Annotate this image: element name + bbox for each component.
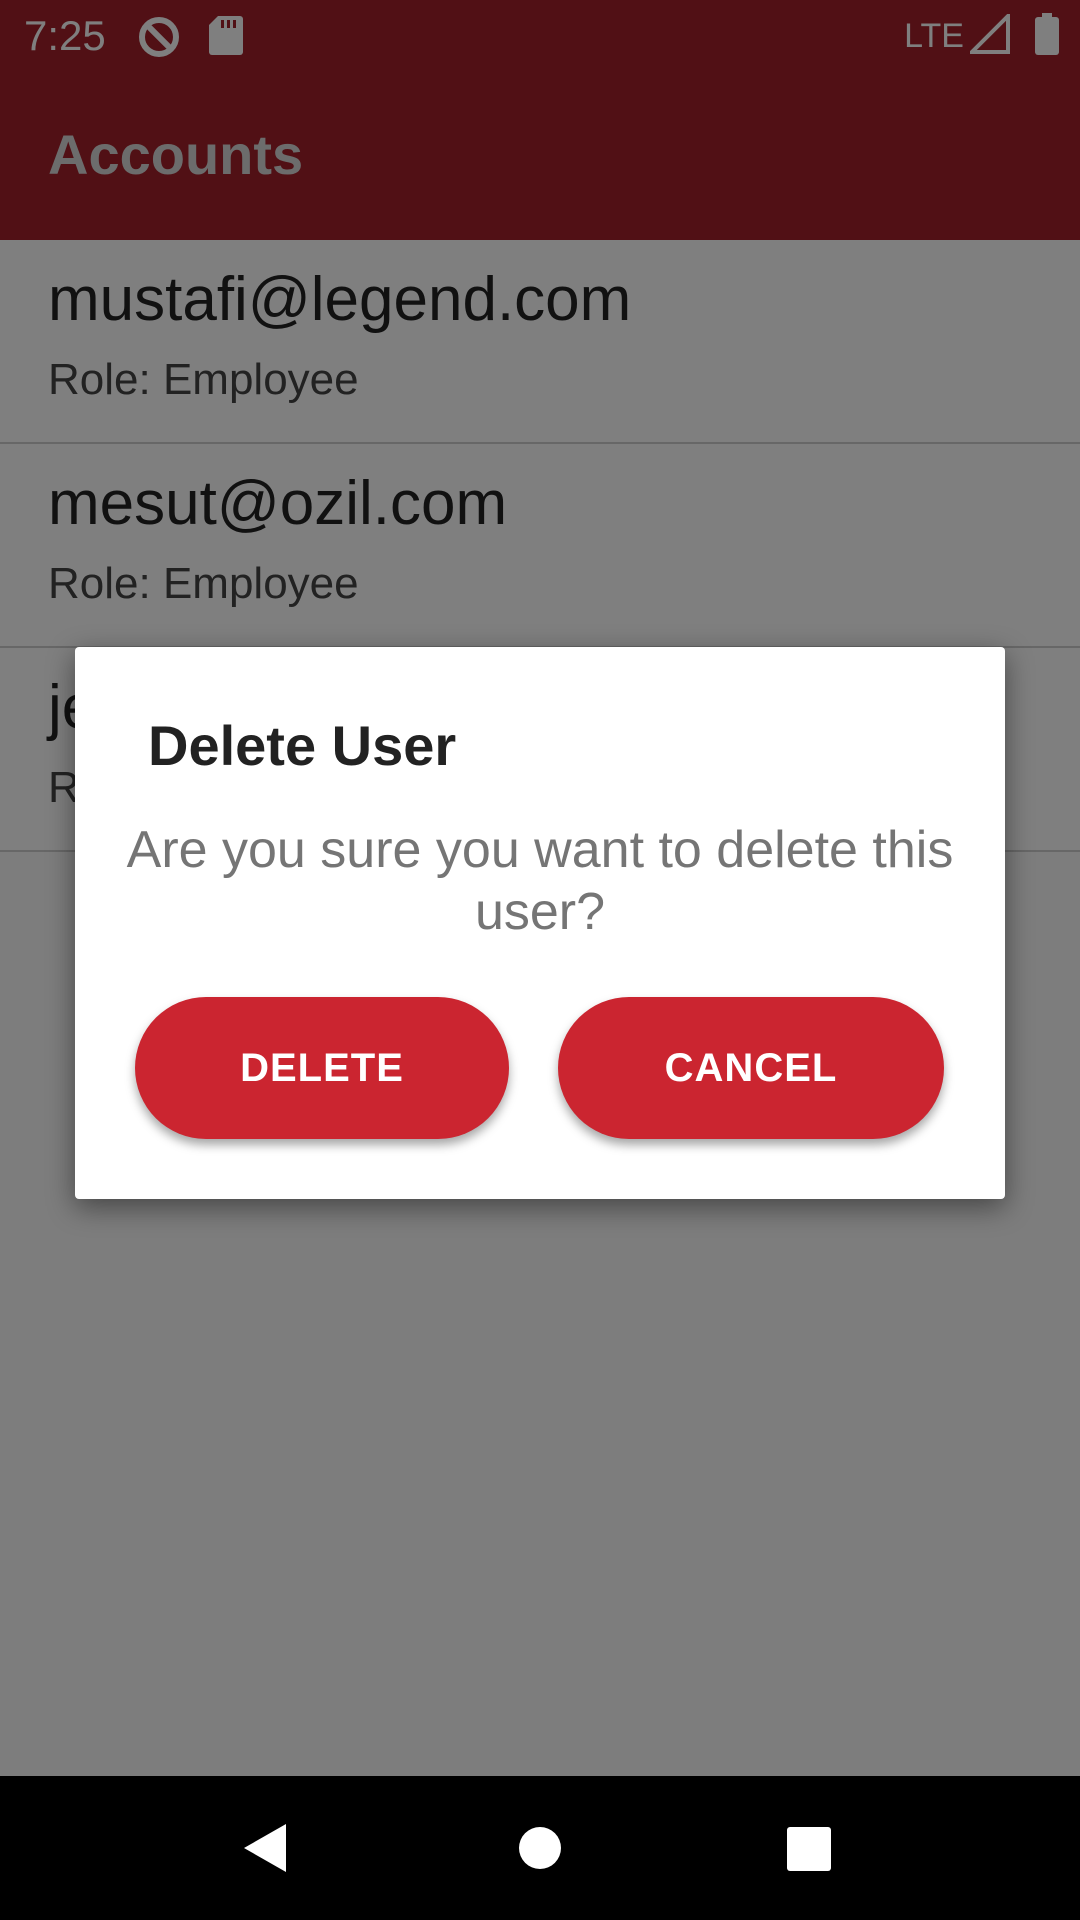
dialog-message: Are you sure you want to delete this use… (126, 821, 954, 941)
delete-button[interactable]: DELETE (135, 997, 509, 1139)
dialog-title: Delete User (148, 714, 457, 777)
home-icon[interactable] (518, 1826, 562, 1875)
recents-icon[interactable] (786, 1826, 832, 1877)
navigation-bar (0, 1776, 1080, 1920)
back-icon[interactable] (242, 1822, 288, 1879)
cancel-button[interactable]: CANCEL (558, 997, 944, 1139)
screen: 7:25 LTE (0, 0, 1080, 1920)
delete-user-dialog: Delete User Are you sure you want to del… (75, 647, 1005, 1199)
